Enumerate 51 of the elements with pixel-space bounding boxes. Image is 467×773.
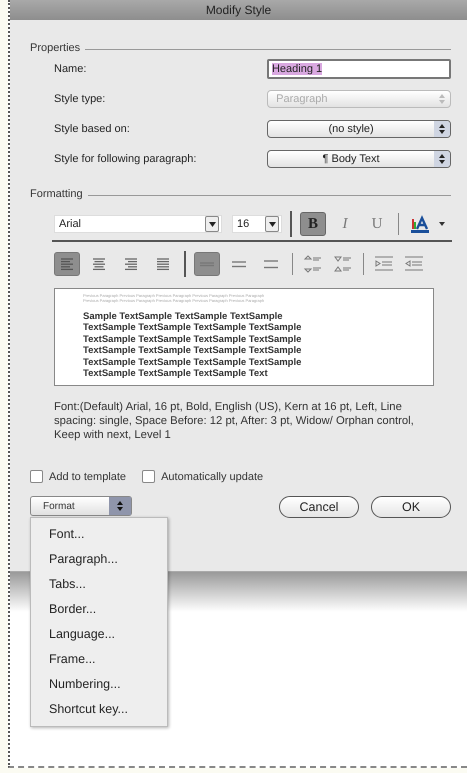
menu-item[interactable]: Paragraph...	[31, 547, 167, 572]
menu-item[interactable]: Shortcut key...	[31, 697, 167, 722]
format-popup-button[interactable]: Format	[30, 496, 132, 516]
sample-text: TextSample TextSample TextSample TextSample	[83, 322, 302, 334]
style-button[interactable]: U	[364, 212, 390, 236]
window-title: Modify Style	[206, 3, 272, 17]
group-label: Properties	[30, 42, 80, 54]
size-dropdown[interactable]: 16	[232, 215, 282, 233]
menu-item[interactable]: Border...	[31, 597, 167, 622]
field-label: Style based on:	[53, 123, 131, 135]
group-label: Formatting	[30, 188, 83, 200]
checkbox-label: Automatically update	[161, 470, 264, 482]
popup-menu[interactable]: (no style)	[267, 120, 451, 138]
checkbox[interactable]	[142, 470, 156, 483]
cancel-button[interactable]: Cancel	[279, 496, 359, 518]
font-dropdown[interactable]: Arial	[54, 215, 222, 233]
ok-button[interactable]: OK	[371, 496, 451, 518]
field-label: Name:	[53, 63, 88, 75]
popup-menu[interactable]: ¶ Body Text	[267, 150, 451, 168]
font-color-icon[interactable]	[411, 215, 431, 233]
stepper-icon	[434, 151, 450, 167]
sample-text: Sample TextSample TextSample TextSample	[83, 311, 284, 322]
space-after-icon[interactable]	[333, 255, 353, 273]
sample-text: TextSample TextSample TextSample Text	[83, 368, 269, 380]
sample-text: TextSample TextSample TextSample TextSample	[83, 334, 302, 346]
menu-item[interactable]: Frame...	[31, 647, 167, 672]
style-button[interactable]: B	[300, 212, 326, 236]
space-before-icon[interactable]	[303, 255, 323, 273]
sample-text: TextSample TextSample TextSample TextSample	[83, 345, 302, 357]
caret-icon[interactable]	[439, 222, 445, 226]
align-center-icon	[91, 256, 107, 272]
style-button[interactable]: I	[332, 212, 358, 236]
stepper-icon	[434, 121, 450, 137]
menu-item[interactable]: Font...	[31, 522, 167, 547]
name-field[interactable]: Heading 1	[266, 59, 451, 79]
align-justify-icon	[155, 256, 171, 272]
align-left-icon	[59, 256, 75, 272]
menu-item[interactable]: Numbering...	[31, 672, 167, 697]
outdent-icon[interactable]	[404, 255, 424, 273]
style-description: Font:(Default) Arial, 16 pt, Bold, English (US), Kern at 16 pt, Left, Line spacing: single, Space Before: 12 pt, After: 3 pt, Widow/ Orphan control, Keep with next, Level 1	[54, 400, 415, 442]
field-label: Style type:	[53, 93, 106, 105]
checkbox[interactable]	[30, 470, 43, 483]
indent-icon[interactable]	[374, 255, 394, 273]
align-right-icon	[123, 256, 139, 272]
menu-item[interactable]: Language...	[31, 622, 167, 647]
align-button[interactable]	[54, 252, 80, 276]
stepper-icon	[109, 497, 131, 515]
field-label: Style for following paragraph:	[53, 153, 198, 165]
checkbox-label: Add to template	[49, 470, 126, 482]
menu-item[interactable]: Tabs...	[31, 572, 167, 597]
sample-text: TextSample TextSample TextSample TextSample	[83, 356, 302, 368]
